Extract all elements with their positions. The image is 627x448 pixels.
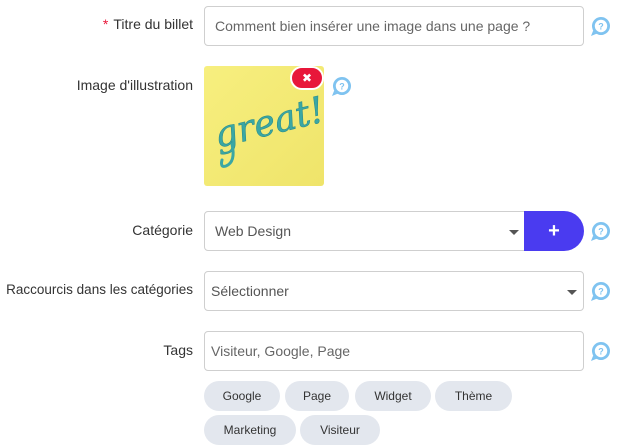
title-label-text: Titre du billet [113, 16, 193, 32]
tags-field[interactable] [204, 331, 584, 371]
tag-suggestion-chip[interactable]: Thème [435, 381, 512, 411]
svg-text:?: ? [598, 347, 604, 357]
help-icon[interactable]: ? [590, 220, 612, 242]
category-select[interactable]: Web Design [204, 211, 526, 251]
svg-text:?: ? [598, 22, 604, 32]
tag-suggestion-chip[interactable]: Widget [355, 381, 431, 411]
svg-text:?: ? [598, 287, 604, 297]
help-icon[interactable]: ? [590, 340, 612, 362]
title-field[interactable] [204, 6, 584, 46]
title-label: * Titre du billet [103, 16, 193, 32]
shortcuts-select[interactable]: Sélectionner [204, 271, 584, 311]
svg-text:?: ? [339, 82, 345, 92]
close-icon: ✖ [301, 71, 313, 85]
title-input[interactable] [205, 7, 583, 45]
image-label: Image d'illustration [76, 77, 193, 93]
svg-text:?: ? [598, 227, 604, 237]
help-icon[interactable]: ? [331, 75, 353, 97]
tag-suggestion-chip[interactable]: Marketing [204, 415, 296, 445]
tag-suggestion-chip[interactable]: Visiteur [300, 415, 380, 445]
category-selected: Web Design [215, 223, 292, 239]
required-mark: * [102, 16, 109, 32]
help-icon[interactable]: ? [590, 15, 612, 37]
caret-down-icon [509, 230, 519, 235]
tag-suggestion-chip[interactable]: Google [204, 381, 280, 411]
plus-icon: + [548, 219, 560, 242]
caret-down-icon [567, 290, 577, 295]
remove-image-button[interactable]: ✖ [290, 66, 324, 90]
tags-label: Tags [163, 342, 193, 358]
tag-suggestion-chip[interactable]: Page [285, 381, 349, 411]
shortcuts-label: Raccourcis dans les catégories [6, 282, 193, 297]
add-category-button[interactable]: + [524, 211, 584, 251]
help-icon[interactable]: ? [590, 280, 612, 302]
category-label: Catégorie [132, 222, 193, 238]
tags-input[interactable] [205, 332, 583, 370]
shortcuts-selected: Sélectionner [211, 283, 289, 299]
